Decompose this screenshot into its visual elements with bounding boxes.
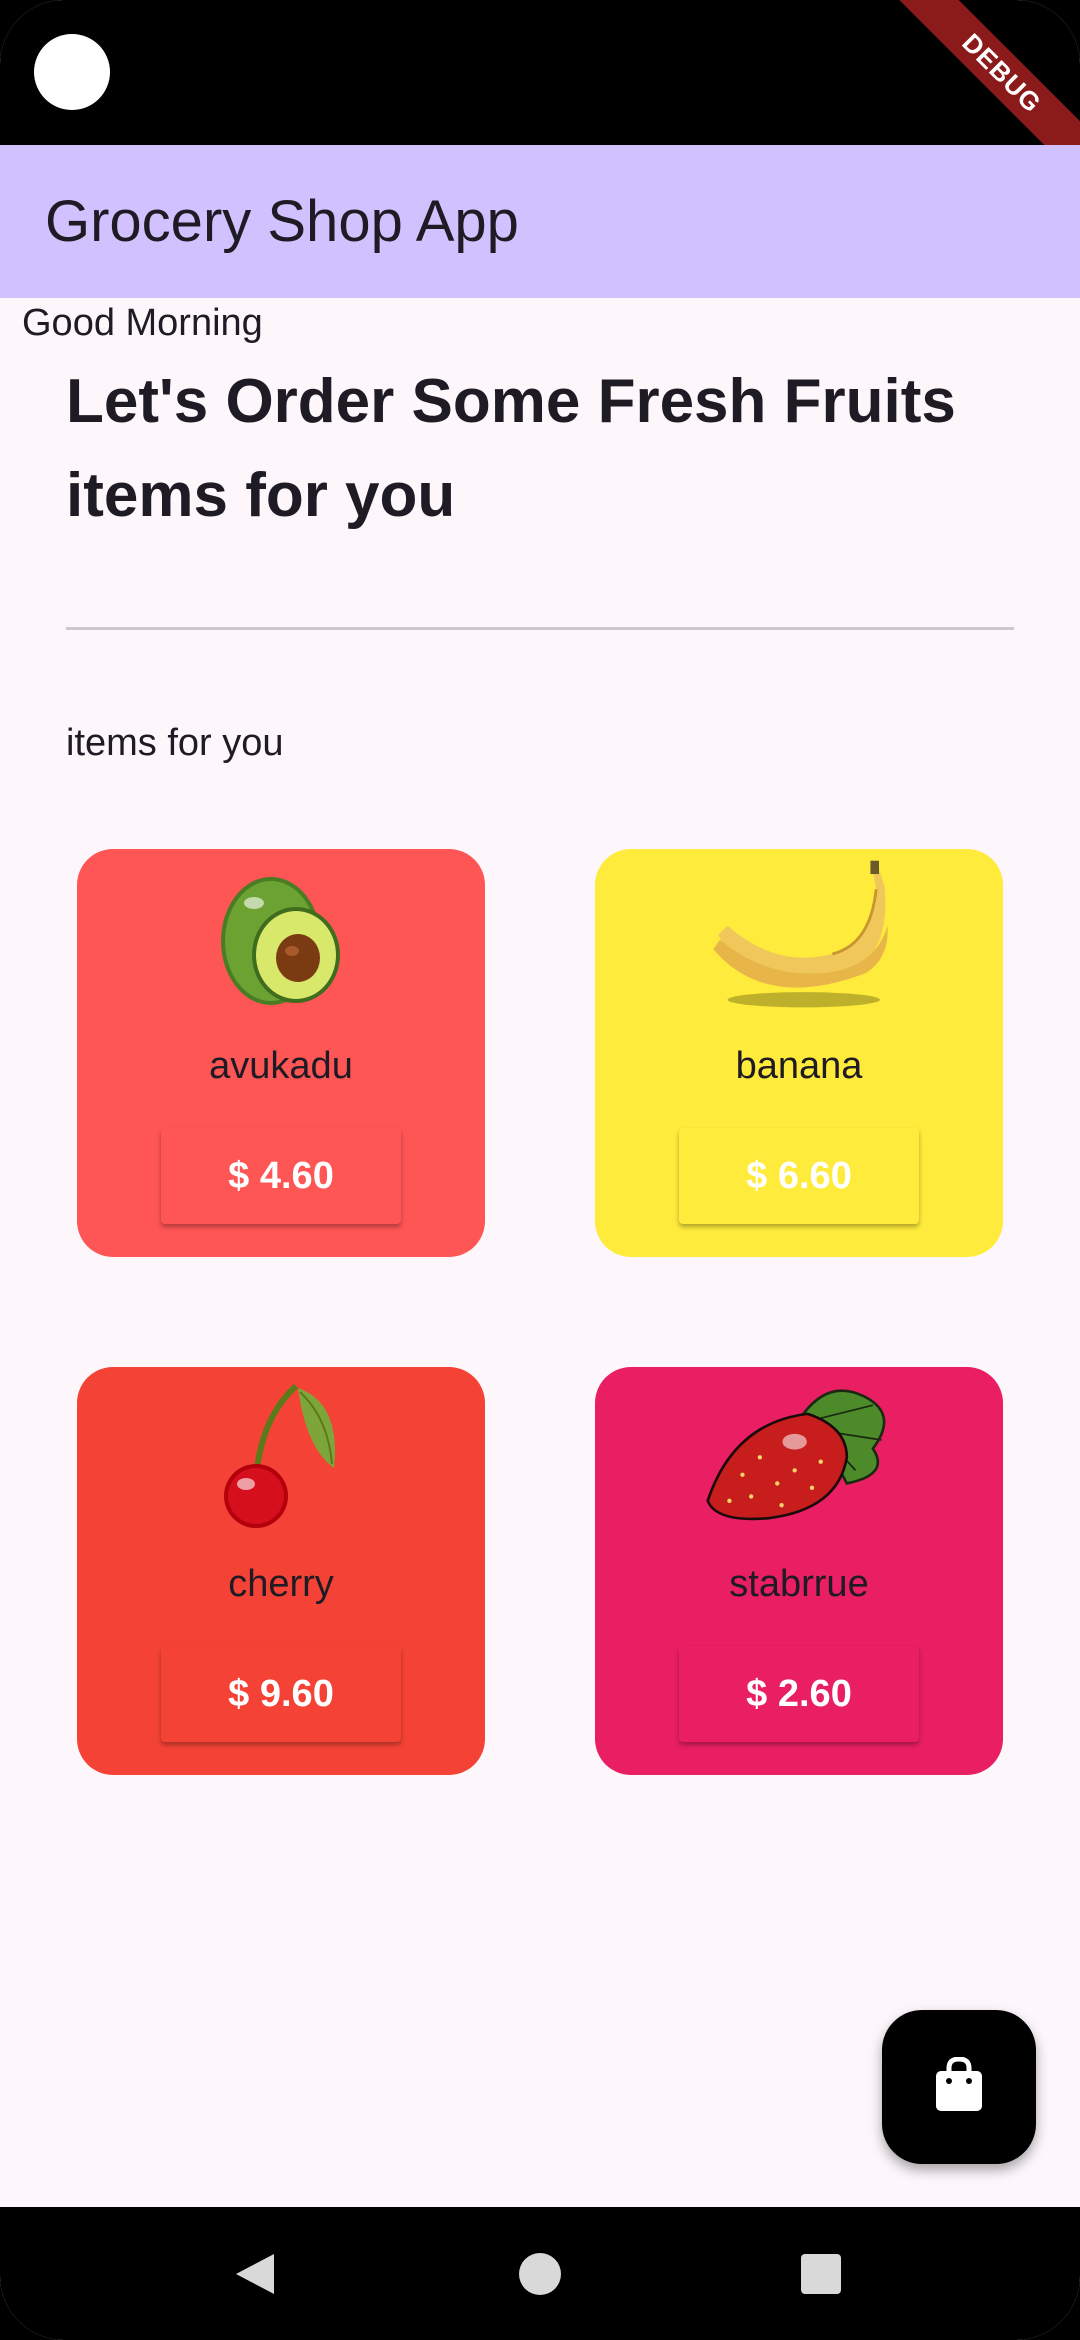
camera-cutout bbox=[34, 34, 110, 110]
home-icon[interactable] bbox=[507, 2241, 573, 2307]
recents-icon[interactable] bbox=[788, 2241, 854, 2307]
cherry-icon bbox=[181, 1373, 381, 1533]
item-name: cherry bbox=[228, 1563, 334, 1605]
divider bbox=[66, 627, 1014, 630]
cart-fab[interactable] bbox=[882, 2010, 1036, 2164]
back-icon[interactable] bbox=[222, 2241, 288, 2307]
item-card-avukadu[interactable]: avukadu $ 4.60 bbox=[77, 849, 485, 1257]
app-screen: DEBUG Grocery Shop App Good Morning Let'… bbox=[0, 0, 1080, 2340]
item-name: banana bbox=[735, 1045, 863, 1087]
banana-icon bbox=[699, 855, 899, 1015]
strawberry-icon bbox=[699, 1373, 899, 1533]
page-headline: Let's Order Some Fresh Fruits items for … bbox=[66, 367, 956, 530]
app-bar: Grocery Shop App bbox=[0, 145, 1080, 298]
status-bar bbox=[0, 0, 1080, 145]
price-button[interactable]: $ 6.60 bbox=[679, 1128, 919, 1224]
avocado-icon bbox=[181, 855, 381, 1015]
price-button[interactable]: $ 9.60 bbox=[161, 1646, 401, 1742]
item-card-banana[interactable]: banana $ 6.60 bbox=[595, 849, 1003, 1257]
item-card-cherry[interactable]: cherry $ 9.60 bbox=[77, 1367, 485, 1775]
app-title: Grocery Shop App bbox=[45, 189, 519, 254]
section-label: items for you bbox=[66, 722, 284, 764]
shopping-bag-icon bbox=[934, 2055, 984, 2118]
price-button[interactable]: $ 4.60 bbox=[161, 1128, 401, 1224]
item-name: avukadu bbox=[209, 1045, 353, 1087]
price-button[interactable]: $ 2.60 bbox=[679, 1646, 919, 1742]
greeting-text: Good Morning bbox=[22, 302, 263, 344]
item-name: stabrrue bbox=[729, 1563, 869, 1605]
system-nav-bar bbox=[0, 2207, 1080, 2340]
item-card-stabrrue[interactable]: stabrrue $ 2.60 bbox=[595, 1367, 1003, 1775]
